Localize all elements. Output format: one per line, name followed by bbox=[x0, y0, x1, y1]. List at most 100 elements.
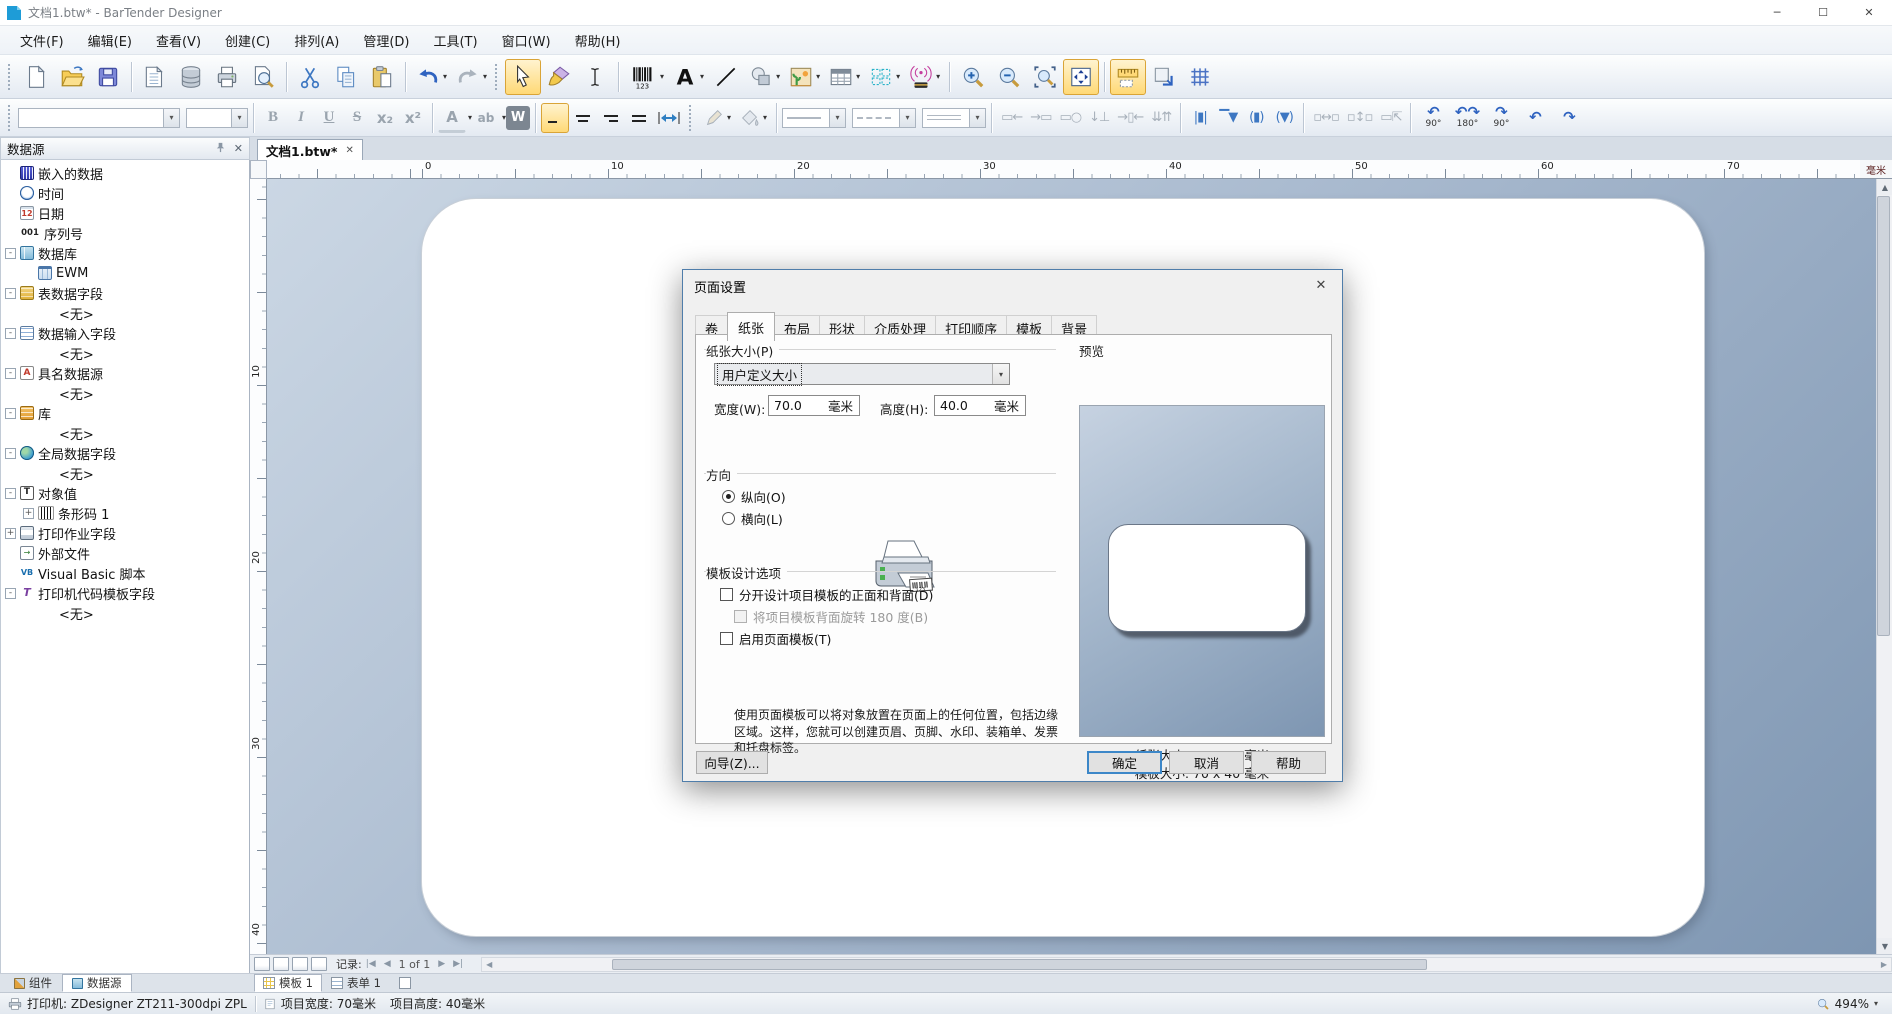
tree-expander[interactable]: - bbox=[5, 488, 16, 499]
rfid-tool-button[interactable]: ▾ bbox=[904, 59, 944, 95]
align-top-edges-button[interactable]: ▭○ bbox=[1055, 103, 1085, 133]
menu-item[interactable]: 查看(V) bbox=[144, 27, 213, 54]
barcode-tool-button[interactable]: 123▾ bbox=[624, 59, 668, 95]
tree-item[interactable]: <无> bbox=[1, 383, 249, 403]
menu-item[interactable]: 排列(A) bbox=[282, 27, 351, 54]
scroll-down-icon[interactable]: ▼ bbox=[1877, 938, 1892, 954]
distribute-horizontal-button[interactable]: →▯← bbox=[1113, 103, 1147, 133]
format-painter-button[interactable] bbox=[541, 59, 577, 95]
chevron-down-icon[interactable]: ▾ bbox=[992, 364, 1009, 384]
tree-expander[interactable]: - bbox=[5, 288, 16, 299]
shape-tool-button[interactable]: ▾ bbox=[744, 59, 784, 95]
zoom-region-button[interactable] bbox=[1027, 59, 1063, 95]
tree-item[interactable]: - 具名数据源 bbox=[1, 363, 249, 383]
underline-button[interactable]: U bbox=[315, 103, 343, 133]
table-tool-button[interactable]: ▾ bbox=[824, 59, 864, 95]
close-button[interactable]: ✕ bbox=[1846, 0, 1892, 26]
center-horizontally-button[interactable]: ▔▼ bbox=[1214, 103, 1242, 133]
cut-button[interactable] bbox=[292, 59, 328, 95]
tree-expander[interactable]: - bbox=[5, 328, 16, 339]
font-name-combo[interactable]: ▾ bbox=[18, 108, 180, 128]
menu-item[interactable]: 帮助(H) bbox=[563, 27, 633, 54]
tree-item[interactable]: - 对象值 bbox=[1, 483, 249, 503]
tree-item[interactable]: + 条形码 1 bbox=[1, 503, 249, 523]
tree-item[interactable]: Visual Basic 脚本 bbox=[1, 563, 249, 583]
chevron-down-icon[interactable]: ▾ bbox=[1874, 999, 1878, 1008]
cancel-button[interactable]: 取消 bbox=[1169, 751, 1244, 774]
toolbar-grip[interactable] bbox=[495, 64, 501, 90]
tree-item[interactable]: 外部文件 bbox=[1, 543, 249, 563]
portrait-radio[interactable]: 纵向(O) bbox=[722, 487, 786, 506]
make-same-width-button[interactable]: ▫↔▫ bbox=[1309, 103, 1343, 133]
word-wrap-button[interactable]: W bbox=[506, 106, 530, 130]
save-button[interactable] bbox=[90, 59, 126, 95]
record-tool-icon-3[interactable] bbox=[292, 957, 308, 971]
record-tool-icon-4[interactable] bbox=[311, 957, 327, 971]
align-left-edges-button[interactable]: ▭← bbox=[997, 103, 1026, 133]
text-highlight-button[interactable]: ab bbox=[472, 103, 500, 133]
width-field[interactable]: 70.0 毫米 bbox=[768, 395, 860, 416]
document-tab[interactable]: 文档1.btw* ✕ bbox=[257, 139, 363, 160]
tree-item[interactable]: <无> bbox=[1, 463, 249, 483]
page-setup-button[interactable] bbox=[137, 59, 173, 95]
dialog-close-button[interactable]: ✕ bbox=[1300, 270, 1342, 300]
fit-text-width-button[interactable] bbox=[653, 103, 685, 133]
rotate-right-custom-button[interactable]: ↷ bbox=[1552, 101, 1586, 135]
tree-expander[interactable]: - bbox=[5, 368, 16, 379]
horizontal-scroll-thumb[interactable] bbox=[612, 959, 1427, 970]
horizontal-scrollbar[interactable]: ◀ ▶ bbox=[481, 957, 1892, 972]
rotate-right-90-button[interactable]: ↷90° bbox=[1484, 101, 1518, 135]
toolbar-grip[interactable] bbox=[8, 105, 14, 131]
dash-style-combo[interactable]: ▾ bbox=[852, 108, 916, 128]
print-button[interactable] bbox=[209, 59, 245, 95]
zoom-level-value[interactable]: 494% bbox=[1835, 997, 1869, 1011]
tab-form-1[interactable]: 表单 1 bbox=[322, 974, 390, 992]
menu-item[interactable]: 编辑(E) bbox=[76, 27, 144, 54]
grid-toggle-button[interactable] bbox=[1182, 59, 1218, 95]
text-insert-tool-button[interactable] bbox=[577, 59, 613, 95]
tree-item[interactable]: - 数据库 bbox=[1, 243, 249, 263]
scroll-left-icon[interactable]: ◀ bbox=[482, 960, 496, 969]
redo-button[interactable]: ▾ bbox=[451, 59, 491, 95]
last-record-button[interactable]: ▶| bbox=[449, 959, 467, 969]
justify-button[interactable] bbox=[625, 103, 653, 133]
font-color-button[interactable]: A bbox=[438, 103, 466, 133]
superscript-button[interactable]: x² bbox=[399, 103, 427, 133]
ruler-toggle-button[interactable] bbox=[1110, 59, 1146, 95]
pin-icon[interactable] bbox=[215, 142, 226, 153]
tree-expander[interactable]: - bbox=[5, 248, 16, 259]
close-panel-icon[interactable]: ✕ bbox=[234, 142, 243, 155]
align-left-button[interactable] bbox=[541, 103, 569, 133]
scroll-right-icon[interactable]: ▶ bbox=[1877, 960, 1891, 969]
tree-item[interactable]: - 库 bbox=[1, 403, 249, 423]
new-document-button[interactable] bbox=[18, 59, 54, 95]
menu-item[interactable]: 窗口(W) bbox=[490, 27, 563, 54]
open-button[interactable] bbox=[54, 59, 90, 95]
tree-expander[interactable]: - bbox=[5, 588, 16, 599]
strikethrough-button[interactable]: S bbox=[343, 103, 371, 133]
tree-expander[interactable]: + bbox=[5, 528, 16, 539]
wizard-button[interactable]: 向导(Z)... bbox=[696, 751, 768, 774]
rotate-180-button[interactable]: ↶↷180° bbox=[1450, 101, 1484, 135]
text-tool-button[interactable]: A▾ bbox=[668, 59, 708, 95]
align-bottom-edges-button[interactable]: ↓⊥ bbox=[1085, 103, 1113, 133]
make-same-size-button[interactable]: ▭⇱ bbox=[1376, 103, 1405, 133]
next-record-button[interactable]: ▶ bbox=[434, 959, 449, 969]
tree-item[interactable]: - 数据输入字段 bbox=[1, 323, 249, 343]
tree-item[interactable]: - 表数据字段 bbox=[1, 283, 249, 303]
height-field[interactable]: 40.0 毫米 bbox=[934, 395, 1026, 416]
align-right-edges-button[interactable]: →▭ bbox=[1026, 103, 1055, 133]
paper-size-combo[interactable]: 用户定义大小 ▾ bbox=[714, 363, 1010, 385]
center-in-template-v-button[interactable]: (▮) bbox=[1242, 103, 1270, 133]
horizontal-ruler[interactable]: 010203040506070 bbox=[267, 160, 1860, 179]
center-in-template-h-button[interactable]: (▼) bbox=[1270, 103, 1298, 133]
fit-to-window-button[interactable] bbox=[1063, 59, 1099, 95]
database-setup-button[interactable] bbox=[173, 59, 209, 95]
tab-data-sources[interactable]: 数据源 bbox=[62, 974, 132, 992]
undo-button[interactable]: ▾ bbox=[411, 59, 451, 95]
zoom-out-button[interactable] bbox=[991, 59, 1027, 95]
record-tool-icon-1[interactable] bbox=[254, 957, 270, 971]
help-button[interactable]: 帮助 bbox=[1251, 751, 1326, 774]
align-right-button[interactable] bbox=[597, 103, 625, 133]
line-color-button[interactable]: ▾ bbox=[699, 103, 735, 133]
